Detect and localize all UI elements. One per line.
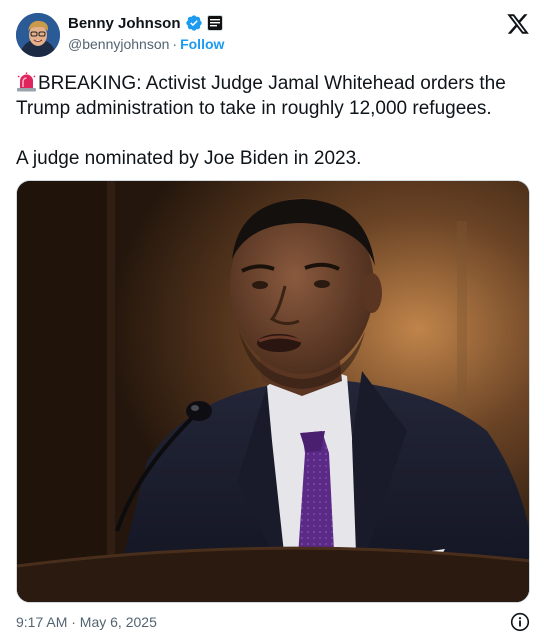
timestamp[interactable]: 9:17 AM · May 6, 2025 — [16, 614, 157, 630]
rotating-light-icon — [16, 72, 37, 92]
separator-dot: · — [172, 36, 178, 52]
affiliation-badge-icon[interactable] — [206, 15, 223, 31]
author-handle[interactable]: @bennyjohnson — [68, 36, 169, 52]
tweet-paragraph-2: A judge nominated by Joe Biden in 2023. — [16, 148, 362, 169]
verified-badge-icon — [185, 14, 203, 32]
tweet-card: Benny Johnson @bennyjohnson · Follow BRE… — [0, 0, 544, 636]
author-name[interactable]: Benny Johnson — [68, 15, 181, 32]
info-icon[interactable] — [510, 612, 530, 632]
tweet-paragraph-1: BREAKING: Activist Judge Jamal Whitehead… — [16, 71, 530, 121]
avatar[interactable] — [16, 13, 60, 57]
tweet-photo[interactable] — [16, 180, 530, 603]
author-handle-row: @bennyjohnson · Follow — [68, 36, 224, 52]
x-logo-icon[interactable] — [506, 12, 530, 36]
follow-button[interactable]: Follow — [180, 36, 224, 52]
author-name-row: Benny Johnson — [68, 13, 223, 33]
tweet-text: BREAKING: Activist Judge Jamal Whitehead… — [16, 71, 530, 171]
tweet-line-1: BREAKING: Activist Judge Jamal Whitehead… — [16, 73, 506, 119]
